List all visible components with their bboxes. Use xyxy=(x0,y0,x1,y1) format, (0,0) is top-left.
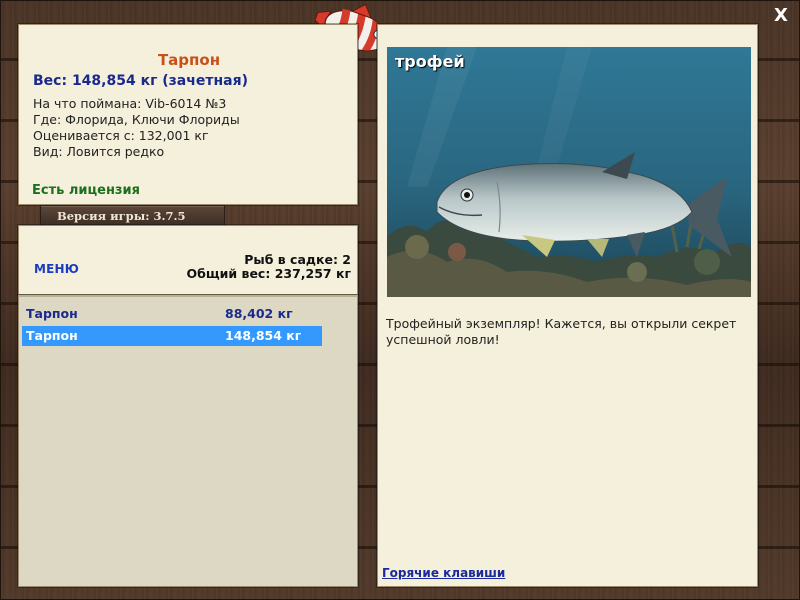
license-status: Есть лицензия xyxy=(32,183,140,198)
net-summary-panel: МЕНЮ Рыб в садке: 2 Общий вес: 237,257 к… xyxy=(18,225,358,295)
tarpon-picture xyxy=(387,47,751,297)
species-rarity: Вид: Ловится редко xyxy=(33,144,165,159)
trophy-message: Трофейный экземпляр! Кажется, вы открыли… xyxy=(386,316,737,347)
list-item-selected[interactable]: Тарпон 148,854 кг xyxy=(22,326,322,346)
catch-weight: 148,854 кг xyxy=(225,328,302,343)
trophy-panel: трофей Трофейный экземпляр! Кажется, вы … xyxy=(377,24,758,587)
catch-name: Тарпон xyxy=(26,328,78,343)
caught-on: На что поймана: Vib-6014 №3 xyxy=(33,96,227,111)
close-button[interactable]: X xyxy=(771,6,791,26)
fish-in-net-count: Рыб в садке: 2 xyxy=(244,252,351,267)
fish-info-panel: Тарпон Вес: 148,854 кг (зачетная) На что… xyxy=(18,24,358,205)
catch-name: Тарпон xyxy=(26,306,78,321)
catch-location: Где: Флорида, Ключи Флориды xyxy=(33,112,240,127)
total-weight: Общий вес: 237,257 кг xyxy=(186,266,352,281)
list-item[interactable]: Тарпон 88,402 кг xyxy=(22,304,322,324)
rated-from: Оценивается с: 132,001 кг xyxy=(33,128,209,143)
fish-weight: Вес: 148,854 кг (зачетная) xyxy=(33,73,248,89)
trophy-label: трофей xyxy=(395,52,465,71)
catch-weight: 88,402 кг xyxy=(225,306,293,321)
game-version: Версия игры: 3.7.5 xyxy=(40,205,225,227)
menu-button[interactable]: МЕНЮ xyxy=(34,262,79,276)
catch-list: Тарпон 88,402 кг Тарпон 148,854 кг xyxy=(18,295,358,587)
fish-name: Тарпон xyxy=(157,51,221,69)
trophy-fish-image: трофей xyxy=(387,47,751,297)
hotkeys-link[interactable]: Горячие клавиши xyxy=(382,566,505,580)
